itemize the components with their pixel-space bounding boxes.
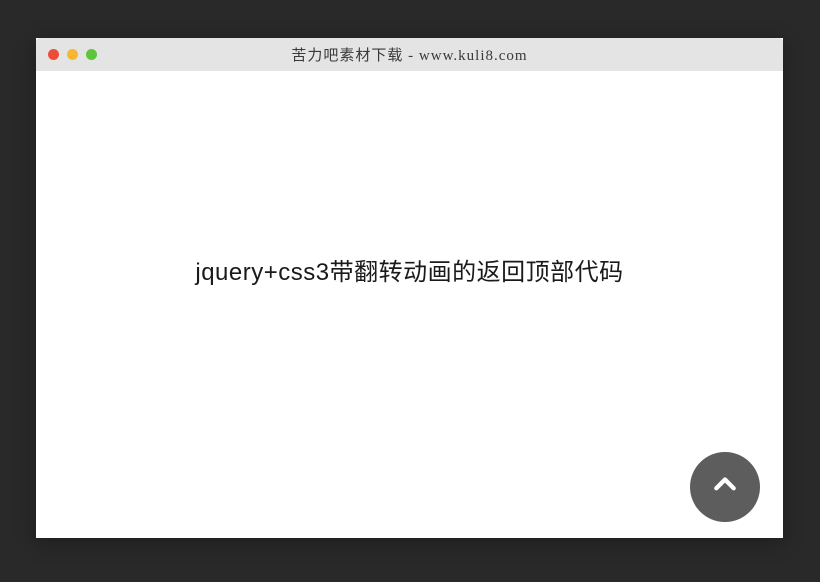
back-to-top-button[interactable] <box>690 452 760 522</box>
browser-window: 苦力吧素材下载 - www.kuli8.com jquery+css3带翻转动画… <box>36 38 783 538</box>
window-title: 苦力吧素材下载 - www.kuli8.com <box>36 44 783 65</box>
chevron-up-icon <box>712 472 738 503</box>
window-titlebar: 苦力吧素材下载 - www.kuli8.com <box>36 38 783 71</box>
page-title: jquery+css3带翻转动画的返回顶部代码 <box>195 252 623 287</box>
content-area: jquery+css3带翻转动画的返回顶部代码 <box>36 71 783 538</box>
